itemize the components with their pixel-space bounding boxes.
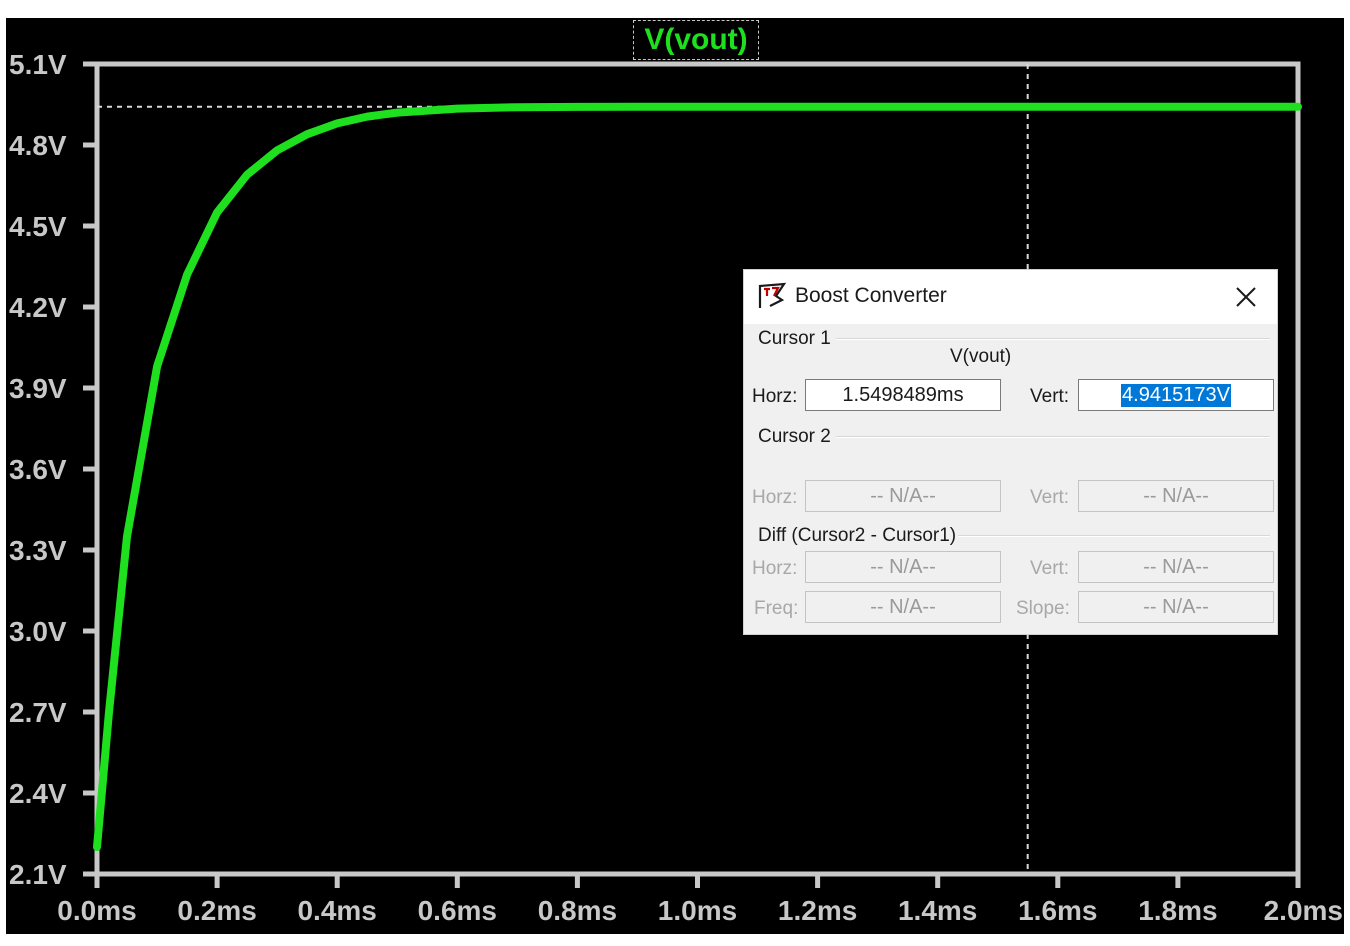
ltspice-icon — [758, 282, 787, 308]
y-tick-label: 3.0V — [9, 616, 67, 647]
diff-vert-label: Vert: — [1030, 558, 1070, 579]
diff-slope-field[interactable]: -- N/A-- — [1078, 591, 1274, 623]
close-button[interactable] — [1226, 280, 1266, 314]
y-tick-label: 3.6V — [9, 454, 67, 485]
cursor2-group-label: Cursor 2 — [758, 426, 831, 447]
trace-title[interactable]: V(vout) — [633, 20, 759, 60]
cursor1-vert-label: Vert: — [1030, 386, 1070, 407]
y-tick-label: 2.1V — [9, 859, 67, 890]
cursor1-vert-field[interactable]: 4.9415173V — [1078, 379, 1274, 411]
cursor1-vert-value: 4.9415173V — [1121, 383, 1231, 407]
x-tick-label: 1.2ms — [778, 895, 857, 926]
diff-freq-label: Freq: — [754, 598, 799, 619]
y-tick-label: 2.7V — [9, 697, 67, 728]
cursor2-vert-label: Vert: — [1030, 487, 1070, 508]
diff-group-divider — [958, 535, 1270, 537]
y-tick-label: 3.9V — [9, 373, 67, 404]
cursor1-group-divider — [836, 338, 1270, 340]
close-icon — [1236, 287, 1256, 307]
cursor2-horz-label: Horz: — [752, 487, 798, 508]
x-tick-label: 1.8ms — [1138, 895, 1217, 926]
x-tick-label: 0.0ms — [57, 895, 136, 926]
diff-freq-field[interactable]: -- N/A-- — [805, 591, 1001, 623]
diff-slope-label: Slope: — [1016, 598, 1070, 619]
dialog-title: Boost Converter — [795, 284, 947, 307]
cursor1-horz-field[interactable]: 1.5498489ms — [805, 379, 1001, 411]
diff-horz-label: Horz: — [752, 558, 798, 579]
dialog-titlebar[interactable]: Boost Converter — [744, 270, 1277, 324]
cursor2-vert-field[interactable]: -- N/A-- — [1078, 480, 1274, 512]
y-tick-label: 4.2V — [9, 292, 67, 323]
diff-horz-field[interactable]: -- N/A-- — [805, 551, 1001, 583]
x-tick-label: 1.6ms — [1018, 895, 1097, 926]
cursor2-horz-field[interactable]: -- N/A-- — [805, 480, 1001, 512]
y-tick-label: 4.5V — [9, 211, 67, 242]
y-tick-label: 5.1V — [9, 49, 67, 80]
y-tick-label: 2.4V — [9, 778, 67, 809]
diff-group-label: Diff (Cursor2 - Cursor1) — [758, 525, 957, 546]
x-tick-label: 2.0ms — [1264, 895, 1343, 926]
y-tick-label: 4.8V — [9, 130, 67, 161]
x-tick-label: 0.4ms — [297, 895, 376, 926]
diff-vert-field[interactable]: -- N/A-- — [1078, 551, 1274, 583]
x-tick-label: 1.4ms — [898, 895, 977, 926]
cursor-dialog[interactable]: Boost Converter Cursor 1 V(vout) Horz: 1… — [743, 269, 1278, 635]
x-tick-label: 1.0ms — [658, 895, 737, 926]
cursor1-trace-name: V(vout) — [950, 346, 1012, 367]
x-tick-label: 0.2ms — [177, 895, 256, 926]
cursor2-group-divider — [836, 436, 1270, 438]
x-tick-label: 0.6ms — [418, 895, 497, 926]
x-tick-label: 0.8ms — [538, 895, 617, 926]
cursor1-horz-label: Horz: — [752, 386, 798, 407]
cursor1-group-label: Cursor 1 — [758, 328, 831, 349]
y-tick-label: 3.3V — [9, 535, 67, 566]
